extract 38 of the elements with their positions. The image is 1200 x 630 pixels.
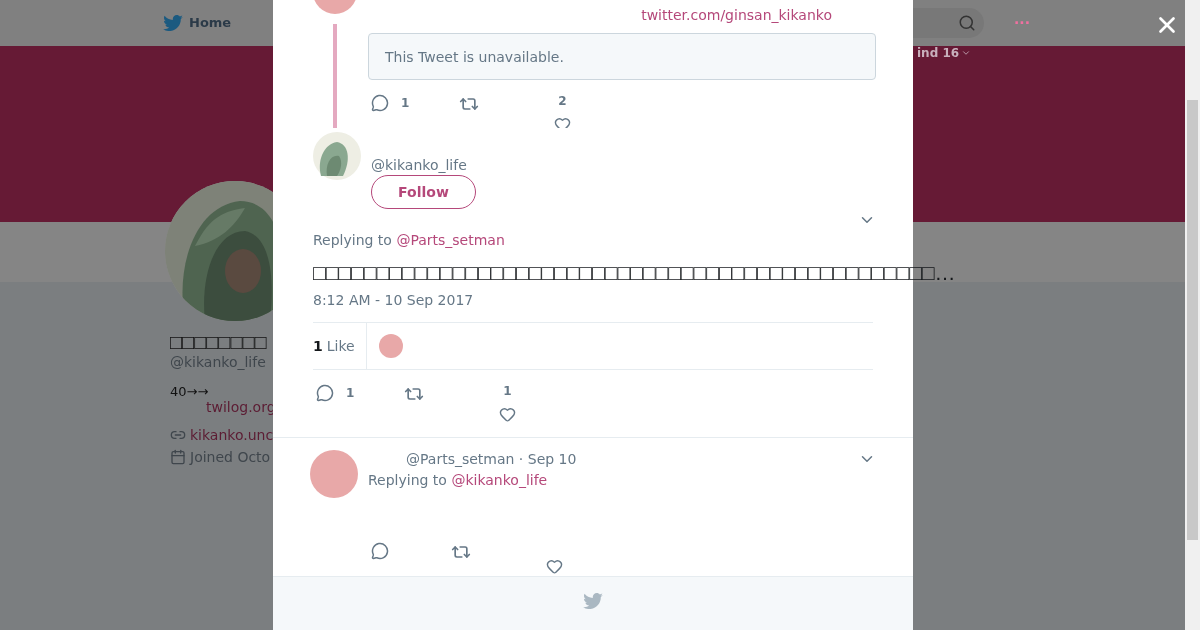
tweet-time: 8:12 AM - 10 Sep 2017	[313, 292, 475, 308]
reply-icon[interactable]	[371, 94, 389, 112]
search-icon	[958, 14, 977, 32]
like-stat[interactable]: 1 Like	[313, 323, 367, 369]
author-handle: @kikanko_life	[371, 157, 467, 173]
reply-icon[interactable]	[316, 384, 334, 402]
follow-button[interactable]: Follow	[371, 175, 476, 209]
heart-icon[interactable]	[554, 116, 571, 128]
website-link[interactable]: kikanko.unc	[190, 427, 274, 443]
reply-icon[interactable]	[371, 542, 389, 560]
mention-link[interactable]: @Parts_setman	[396, 232, 505, 248]
caret-icon	[961, 48, 972, 58]
calendar-icon	[170, 449, 186, 465]
avatar	[310, 450, 358, 498]
tweet-text: □□□□□□□□□□□□□□□□□□□□□□□□□□□□□□□□□□□□□□□□□□□□□□□□□…	[313, 260, 956, 286]
replying-to-text: Replying to @kikanko_life	[368, 472, 549, 488]
heart-icon[interactable]	[499, 406, 516, 423]
reply-meta: @Parts_setman · Sep 10	[406, 451, 577, 467]
like-count: 2	[558, 94, 567, 108]
profile-handle: @kikanko_life	[170, 354, 266, 370]
source-link[interactable]: twitter.com/ginsan_kikanko	[641, 6, 832, 24]
heart-icon[interactable]	[546, 558, 563, 575]
profile-name: □□□□□□□□	[170, 330, 267, 354]
like-count: 1	[503, 384, 512, 398]
bird-icon	[163, 14, 183, 32]
avatar	[378, 334, 403, 358]
reply-count: 1	[346, 386, 355, 400]
bird-icon	[583, 593, 603, 610]
profile-bio: 40→→	[170, 384, 209, 399]
bio-link[interactable]: twilog.org	[206, 399, 276, 415]
sort-label[interactable]: ind 16	[917, 46, 972, 60]
replying-to-text: Replying to @Parts_setman	[313, 232, 506, 248]
unavailable-notice: This Tweet is unavailable.	[368, 33, 876, 80]
mention-link[interactable]: @kikanko_life	[451, 472, 548, 488]
scrollbar[interactable]	[1185, 0, 1200, 630]
joined-date: Joined Octo	[190, 449, 271, 465]
home-link[interactable]: Home	[163, 14, 232, 32]
reply-count: 1	[401, 96, 410, 110]
